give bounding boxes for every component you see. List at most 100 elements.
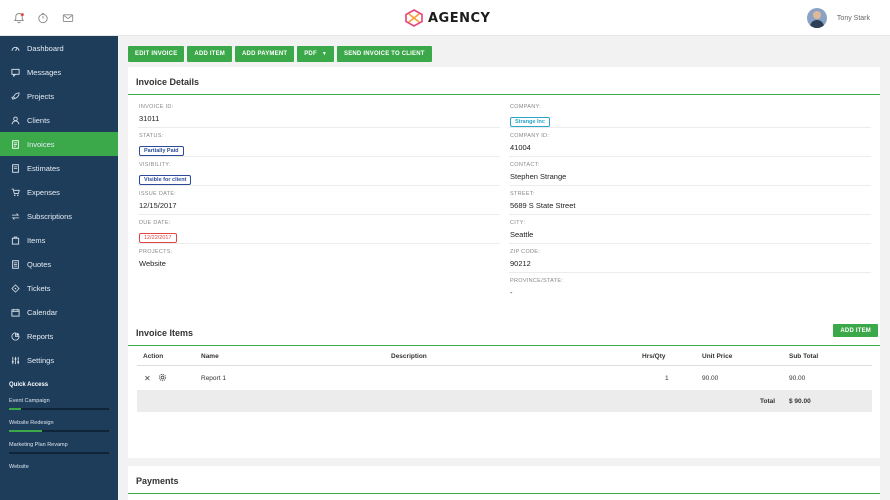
quick-access-label: Website	[9, 464, 29, 470]
chart-icon	[10, 331, 20, 341]
bell-icon[interactable]	[12, 11, 26, 25]
total-value: $ 90.00	[789, 397, 811, 405]
sidebar-item-label: Clients	[27, 115, 50, 125]
sidebar: Dashboard Messages Projects Clients Invo…	[0, 36, 118, 500]
sidebar-item-estimates[interactable]: Estimates	[0, 156, 118, 180]
quote-icon	[10, 259, 20, 269]
sliders-icon	[10, 355, 20, 365]
sidebar-item-dashboard[interactable]: Dashboard	[0, 36, 118, 60]
progress-fill	[9, 408, 21, 410]
invoice-toolbar: EDIT INVOICE ADD ITEM ADD PAYMENT PDF ▼ …	[128, 46, 880, 62]
mail-icon[interactable]	[61, 11, 75, 25]
invoice-items-table: Action Name Description Hrs/Qty Unit Pri…	[137, 348, 872, 412]
pdf-label: PDF	[304, 51, 317, 57]
brand-name: AGENCY	[428, 10, 491, 26]
sidebar-item-label: Subscriptions	[27, 211, 73, 221]
sidebar-item-invoices[interactable]: Invoices	[0, 132, 118, 156]
brand-logo[interactable]: AGENCY	[404, 9, 490, 27]
invoice-items-title: Invoice Items	[128, 318, 880, 346]
city-value: Seattle	[510, 230, 534, 239]
sidebar-item-items[interactable]: Items	[0, 228, 118, 252]
field-city: CITY: Seattle	[509, 215, 871, 244]
projects-value: Website	[139, 259, 166, 268]
quick-access-item-website-redesign[interactable]: Website Redesign	[0, 410, 118, 432]
gear-icon[interactable]	[158, 373, 167, 384]
quick-access-title: Quick Access	[9, 382, 49, 388]
sidebar-item-expenses[interactable]: Expenses	[0, 180, 118, 204]
main-content: EDIT INVOICE ADD ITEM ADD PAYMENT PDF ▼ …	[128, 46, 880, 500]
table-row: ✕ Report 1 1 90.00 90.00	[137, 366, 872, 390]
contact-value: Stephen Strange	[510, 172, 567, 181]
table-header: Action Name Description Hrs/Qty Unit Pri…	[137, 348, 872, 366]
sidebar-item-label: Items	[27, 235, 46, 245]
details-left-column: INVOICE ID: 31011 STATUS: Partially Paid…	[138, 99, 500, 273]
column-subtotal: Sub Total	[789, 353, 819, 360]
delete-icon[interactable]: ✕	[144, 374, 151, 383]
invoice-icon	[10, 139, 20, 149]
field-due-date: DUE DATE: 12/22/2017	[138, 215, 500, 244]
sidebar-item-label: Calendar	[27, 307, 58, 317]
zip-value: 90212	[510, 259, 531, 268]
progress-fill	[9, 430, 42, 432]
column-qty: Hrs/Qty	[642, 353, 666, 360]
sidebar-item-reports[interactable]: Reports	[0, 324, 118, 348]
field-street: STREET: 5689 S State Street	[509, 186, 871, 215]
pdf-dropdown-button[interactable]: PDF ▼	[297, 46, 334, 62]
sidebar-item-quotes[interactable]: Quotes	[0, 252, 118, 276]
payments-card: Payments	[128, 466, 880, 500]
field-status: STATUS: Partially Paid	[138, 128, 500, 157]
sidebar-item-label: Settings	[27, 355, 55, 365]
user-name: Tony Stark	[836, 14, 870, 22]
column-unit-price: Unit Price	[702, 353, 733, 360]
send-invoice-button[interactable]: SEND INVOICE TO CLIENT	[337, 46, 432, 62]
field-contact: CONTACT: Stephen Strange	[509, 157, 871, 186]
add-item-button[interactable]: ADD ITEM	[187, 46, 233, 62]
sidebar-item-label: Dashboard	[27, 43, 64, 53]
edit-invoice-button[interactable]: EDIT INVOICE	[128, 46, 185, 62]
quick-access-item-event-campaign[interactable]: Event Campaign	[0, 388, 118, 410]
dashboard-icon	[10, 43, 20, 53]
field-issue-date: ISSUE DATE: 12/15/2017	[138, 186, 500, 215]
quick-access-label: Website Redesign	[9, 420, 54, 426]
province-value: -	[510, 288, 513, 297]
sidebar-item-label: Messages	[27, 67, 62, 77]
sidebar-item-settings[interactable]: Settings	[0, 348, 118, 372]
quick-access-item-website[interactable]: Website	[0, 454, 118, 470]
progress-bar	[9, 430, 109, 432]
user-menu[interactable]: Tony Stark	[806, 8, 870, 28]
sidebar-item-tickets[interactable]: Tickets	[0, 276, 118, 300]
chevron-down-icon: ▼	[321, 51, 327, 57]
ticket-icon	[10, 283, 20, 293]
sidebar-item-subscriptions[interactable]: Subscriptions	[0, 204, 118, 228]
add-item-button-secondary[interactable]: ADD ITEM	[833, 324, 878, 337]
company-badge[interactable]: Strange Inc	[510, 117, 550, 127]
progress-bar	[9, 408, 109, 410]
sidebar-item-label: Reports	[27, 331, 54, 341]
sidebar-item-messages[interactable]: Messages	[0, 60, 118, 84]
progress-bar	[9, 452, 109, 454]
sidebar-item-label: Quotes	[27, 259, 52, 269]
column-name: Name	[201, 353, 219, 360]
timer-icon[interactable]	[36, 11, 50, 25]
field-zip: ZIP CODE: 90212	[509, 244, 871, 273]
column-description: Description	[391, 353, 427, 360]
quick-access-label: Event Campaign	[9, 398, 50, 404]
messages-icon	[10, 67, 20, 77]
field-company: COMPANY: Strange Inc	[509, 99, 871, 128]
field-company-id: COMPANY ID: 41004	[509, 128, 871, 157]
sidebar-item-projects[interactable]: Projects	[0, 84, 118, 108]
sidebar-item-label: Tickets	[27, 283, 51, 293]
quick-access-item-marketing-plan[interactable]: Marketing Plan Revamp	[0, 432, 118, 454]
field-province: PROVINCE/STATE: -	[509, 273, 871, 302]
payments-title: Payments	[128, 466, 880, 494]
cart-icon	[10, 187, 20, 197]
table-total-row: Total $ 90.00	[137, 390, 872, 412]
sidebar-item-calendar[interactable]: Calendar	[0, 300, 118, 324]
item-name: Report 1	[201, 374, 226, 382]
field-projects: PROJECTS: Website	[138, 244, 500, 273]
sidebar-item-clients[interactable]: Clients	[0, 108, 118, 132]
add-payment-button[interactable]: ADD PAYMENT	[235, 46, 295, 62]
item-subtotal: 90.00	[789, 374, 806, 382]
avatar[interactable]	[806, 8, 827, 28]
invoice-details-card: Invoice Details INVOICE ID: 31011 STATUS…	[128, 67, 880, 353]
